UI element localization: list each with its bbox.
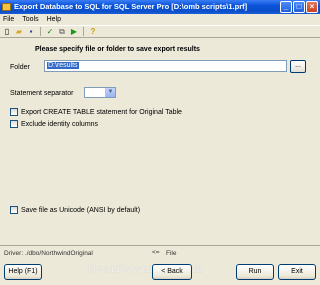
- unicode-checkbox[interactable]: [10, 206, 18, 214]
- folder-label: Folder: [10, 64, 30, 71]
- app-icon: [2, 3, 11, 11]
- open-icon[interactable]: ▰: [14, 27, 24, 37]
- menu-tools[interactable]: Tools: [22, 14, 38, 25]
- title-bar: Export Database to SQL for SQL Server Pr…: [0, 0, 320, 14]
- help-icon[interactable]: ?: [88, 27, 98, 37]
- divider: [0, 245, 320, 246]
- export-options-panel: Please specify file or folder to save ex…: [0, 40, 320, 245]
- exclude-identity-checkbox[interactable]: [10, 120, 18, 128]
- new-icon[interactable]: ▯: [2, 27, 12, 37]
- help-button[interactable]: Help (F1): [4, 264, 42, 280]
- folder-value: D:\results: [47, 62, 79, 69]
- browse-button[interactable]: ...: [290, 60, 306, 73]
- toolbar-separator: [40, 27, 41, 36]
- status-bar: Driver: ./dbo/NorthwindOriginal <= File: [0, 248, 320, 259]
- back-button[interactable]: < Back: [152, 264, 192, 280]
- run-button[interactable]: Run: [236, 264, 274, 280]
- window-title: Export Database to SQL for SQL Server Pr…: [14, 2, 248, 11]
- toolbar-separator: [83, 27, 84, 36]
- exit-button[interactable]: Exit: [278, 264, 316, 280]
- menu-file[interactable]: File: [3, 14, 14, 25]
- unicode-label: Save file as Unicode (ANSI by default): [21, 206, 141, 214]
- status-driver: Driver: ./dbo/NorthwindOriginal: [4, 250, 93, 257]
- exclude-identity-option[interactable]: Exclude identity columns: [10, 120, 98, 128]
- separator-label: Statement separator: [10, 90, 74, 97]
- page-heading: Please specify file or folder to save ex…: [35, 46, 200, 53]
- run-icon[interactable]: ▶: [69, 27, 79, 37]
- toolbar: ▯ ▰ ▪ ✓ ⧉ ▶ ?: [0, 25, 320, 38]
- menu-bar: File Tools Help: [0, 14, 320, 25]
- status-arrow: <=: [152, 249, 160, 256]
- create-table-label: Export CREATE TABLE statement for Origin…: [21, 108, 182, 116]
- window-controls: _ □ ×: [280, 1, 318, 13]
- folder-input[interactable]: D:\results: [44, 60, 287, 72]
- unicode-option[interactable]: Save file as Unicode (ANSI by default): [10, 206, 140, 214]
- status-target: File: [166, 250, 177, 257]
- close-button[interactable]: ×: [306, 1, 318, 13]
- save-icon[interactable]: ▪: [26, 27, 36, 37]
- separator-select[interactable]: ▼: [84, 87, 116, 98]
- create-table-checkbox[interactable]: [10, 108, 18, 116]
- create-table-option[interactable]: Export CREATE TABLE statement for Origin…: [10, 108, 182, 116]
- menu-help[interactable]: Help: [47, 14, 61, 25]
- settings-icon[interactable]: ✓: [45, 27, 55, 37]
- copy-icon[interactable]: ⧉: [57, 27, 67, 37]
- maximize-button[interactable]: □: [293, 1, 305, 13]
- chevron-down-icon[interactable]: ▼: [105, 88, 115, 97]
- minimize-button[interactable]: _: [280, 1, 292, 13]
- exclude-identity-label: Exclude identity columns: [21, 120, 99, 128]
